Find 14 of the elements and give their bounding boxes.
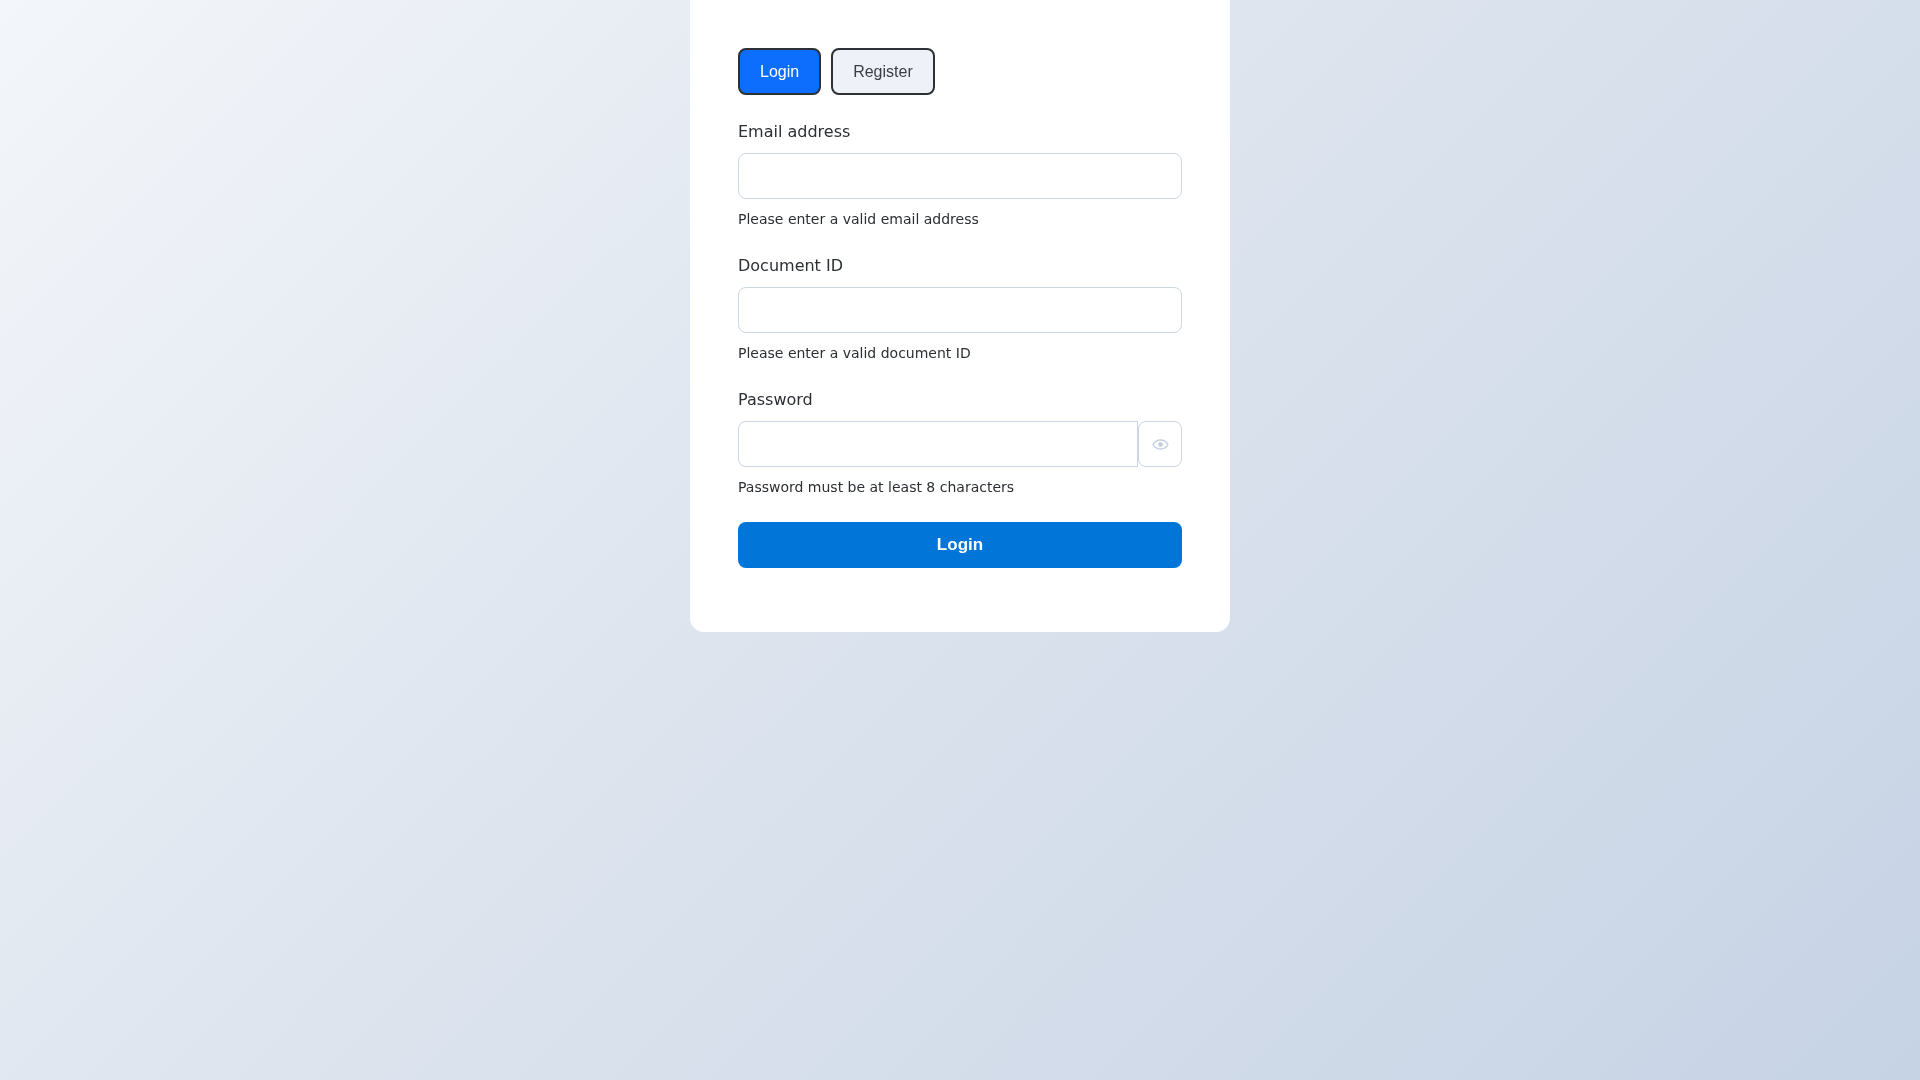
field-hint: Password must be at least 8 characters [738,478,1016,497]
field-hint: Please enter a valid email address [738,210,980,229]
field-label: Password [738,389,814,411]
field-label: Document ID [738,255,844,277]
tab[interactable]: Register [831,48,935,95]
show-password-button[interactable] [1138,421,1182,467]
tab[interactable]: Login [738,48,822,95]
input-field[interactable] [738,287,1182,333]
eye-icon [1151,438,1169,450]
field-hint: Please enter a valid document ID [738,344,972,363]
input-field[interactable] [738,153,1182,199]
field-label: Email address [738,121,852,143]
password-field[interactable] [738,421,1138,467]
login-button[interactable]: Login [738,522,1182,568]
